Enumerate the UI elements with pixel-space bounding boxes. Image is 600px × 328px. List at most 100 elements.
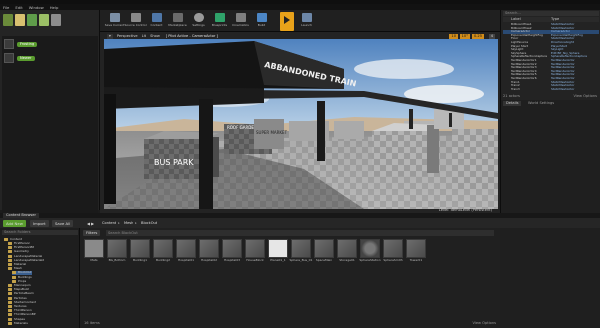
folder-search-input[interactable]: Search Folders (2, 230, 78, 235)
asset-thumbnail (383, 239, 403, 258)
back-icon[interactable]: ◀ ▶ (84, 220, 97, 227)
folder-icon (8, 321, 12, 325)
sign-bus-park: BUS PARK (154, 158, 194, 167)
place-mode-icon[interactable] (3, 14, 13, 26)
outliner-row-type: StaticMeshActor (551, 87, 575, 91)
asset-tile[interactable]: SphereSmith (383, 239, 403, 266)
save-button[interactable]: Save Current (104, 12, 125, 31)
asset-thumbnail (222, 239, 242, 258)
add-new-button[interactable]: Add New (3, 219, 26, 227)
place-list: Frosting Newer (2, 36, 98, 220)
build-button[interactable]: Build (251, 12, 272, 31)
play-icon (284, 16, 290, 24)
asset-thumbnail (176, 239, 196, 258)
breadcrumb-separator: ▸ (118, 220, 120, 225)
sign-super-market: SUPER MARKET (256, 130, 288, 135)
save-all-button[interactable]: Save All (52, 219, 74, 227)
asset-label: Plane01_1 (270, 258, 286, 262)
cube-right-near (372, 131, 427, 176)
asset-tile[interactable]: SphereStation (359, 239, 381, 266)
asset-thumbnail (268, 239, 288, 258)
outliner-view-options[interactable]: View Options (573, 94, 597, 99)
asset-tile[interactable]: Sphere_Bus_01 (290, 239, 312, 266)
asset-tile[interactable]: BG_Bottom (107, 239, 127, 266)
place-item[interactable]: Newer (4, 52, 96, 64)
menu-window[interactable]: Window (29, 5, 44, 10)
asset-tile[interactable]: Hospital01 (176, 239, 196, 266)
launch-icon (301, 13, 312, 22)
content-browser-toolbar: Add New Import Save All ◀ ▶ Content ▸ Me… (0, 218, 600, 228)
asset-thumbnail (130, 239, 150, 258)
asset-tile[interactable]: Plane01_1 (268, 239, 288, 266)
menu-file[interactable]: File (3, 5, 9, 10)
geometry-mode-icon[interactable] (51, 14, 61, 26)
asset-tile[interactable]: Storage01 (337, 239, 357, 266)
landscape-mode-icon[interactable] (27, 14, 37, 26)
asset-thumbnail (199, 239, 219, 258)
place-item[interactable]: Frosting (4, 38, 96, 50)
world-outliner: Search... Label Type BillboardTree1 Stati… (500, 10, 600, 100)
source-control-button[interactable]: Source Control (124, 12, 147, 31)
save-icon (109, 13, 120, 22)
track-pillar (199, 99, 213, 209)
outliner-row[interactable]: Train3 StaticMeshActor (503, 88, 599, 92)
asset-tile[interactable]: Tower01 (406, 239, 426, 266)
track-pillar (409, 109, 413, 129)
outliner-count: 21 actors (503, 94, 520, 98)
asset-tile[interactable]: Hospital02 (199, 239, 219, 266)
sign-roof-garden: ROOF GARDEN (227, 125, 257, 130)
breadcrumb-content[interactable]: Content (102, 221, 116, 226)
folder-tree: Search Folders Content FirstPerson FirstPe… (0, 228, 80, 328)
details-panel-lower (500, 228, 600, 328)
asset-label: Tower01 (409, 258, 423, 262)
asset-thumbnail (360, 239, 380, 258)
asset-label: Hospital01 (177, 258, 195, 262)
asset-tile[interactable]: Building1 (130, 239, 150, 266)
level-viewport[interactable]: BUS PARK ROOF GARDEN SUPER MARKET ABBAND… (104, 39, 498, 209)
paint-mode-icon[interactable] (15, 14, 25, 26)
settings-button[interactable]: Settings (188, 12, 209, 31)
column-label[interactable]: Label (503, 17, 551, 22)
filters-button[interactable]: Filters (83, 229, 101, 236)
breadcrumb-blockout[interactable]: BlockOut (141, 221, 157, 226)
blueprints-button[interactable]: Blueprints (209, 12, 230, 31)
asset-label: Storage01 (339, 258, 355, 262)
play-button[interactable] (280, 12, 294, 31)
building-distant (334, 121, 364, 139)
asset-tile[interactable]: Building2 (153, 239, 173, 266)
foliage-mode-icon[interactable] (39, 14, 49, 26)
track-pillar (449, 113, 452, 127)
marketplace-button[interactable]: Marketplace (167, 12, 188, 31)
cinematics-button[interactable]: Cinematics (230, 12, 251, 31)
asset-label: SphereSmith (383, 258, 403, 262)
view-options-button[interactable]: View Options (472, 321, 496, 326)
menu-help[interactable]: Help (50, 5, 59, 10)
breadcrumb-mesh[interactable]: Mesh (124, 221, 133, 226)
asset-tile[interactable]: Hospital03 (222, 239, 242, 266)
tab-details[interactable]: Details (503, 101, 522, 106)
import-button[interactable]: Import (30, 219, 49, 227)
viewport-scene: BUS PARK ROOF GARDEN SUPER MARKET ABBAND… (104, 39, 498, 209)
asset-label: SpaceMain (315, 258, 333, 262)
folder-tree-item[interactable]: Materials (8, 321, 28, 326)
asset-thumbnail (314, 239, 334, 258)
launch-button[interactable]: Launch (296, 12, 317, 31)
asset-tile[interactable]: HouseBlock (245, 239, 265, 266)
build-icon (256, 13, 267, 22)
outliner-search-input[interactable]: Search... (503, 11, 599, 16)
menu-edit[interactable]: Edit (15, 5, 22, 10)
breadcrumb-separator: ▸ (135, 220, 137, 225)
track-pillar-near (104, 94, 116, 204)
asset-tile[interactable]: SpaceMain (314, 239, 334, 266)
tab-world-settings[interactable]: World Settings (525, 101, 557, 106)
marketplace-icon (172, 13, 183, 22)
blueprint-icon (214, 13, 225, 22)
asset-tile[interactable]: Mats (84, 239, 104, 266)
outliner-header: Label Type (503, 17, 599, 22)
asset-thumbnail (291, 239, 311, 258)
source-control-icon (130, 13, 141, 22)
asset-search-input[interactable]: Search BlockOut (106, 229, 494, 236)
column-type[interactable]: Type (551, 17, 597, 22)
content-button[interactable]: Content (146, 12, 167, 31)
content-icon (151, 13, 162, 22)
